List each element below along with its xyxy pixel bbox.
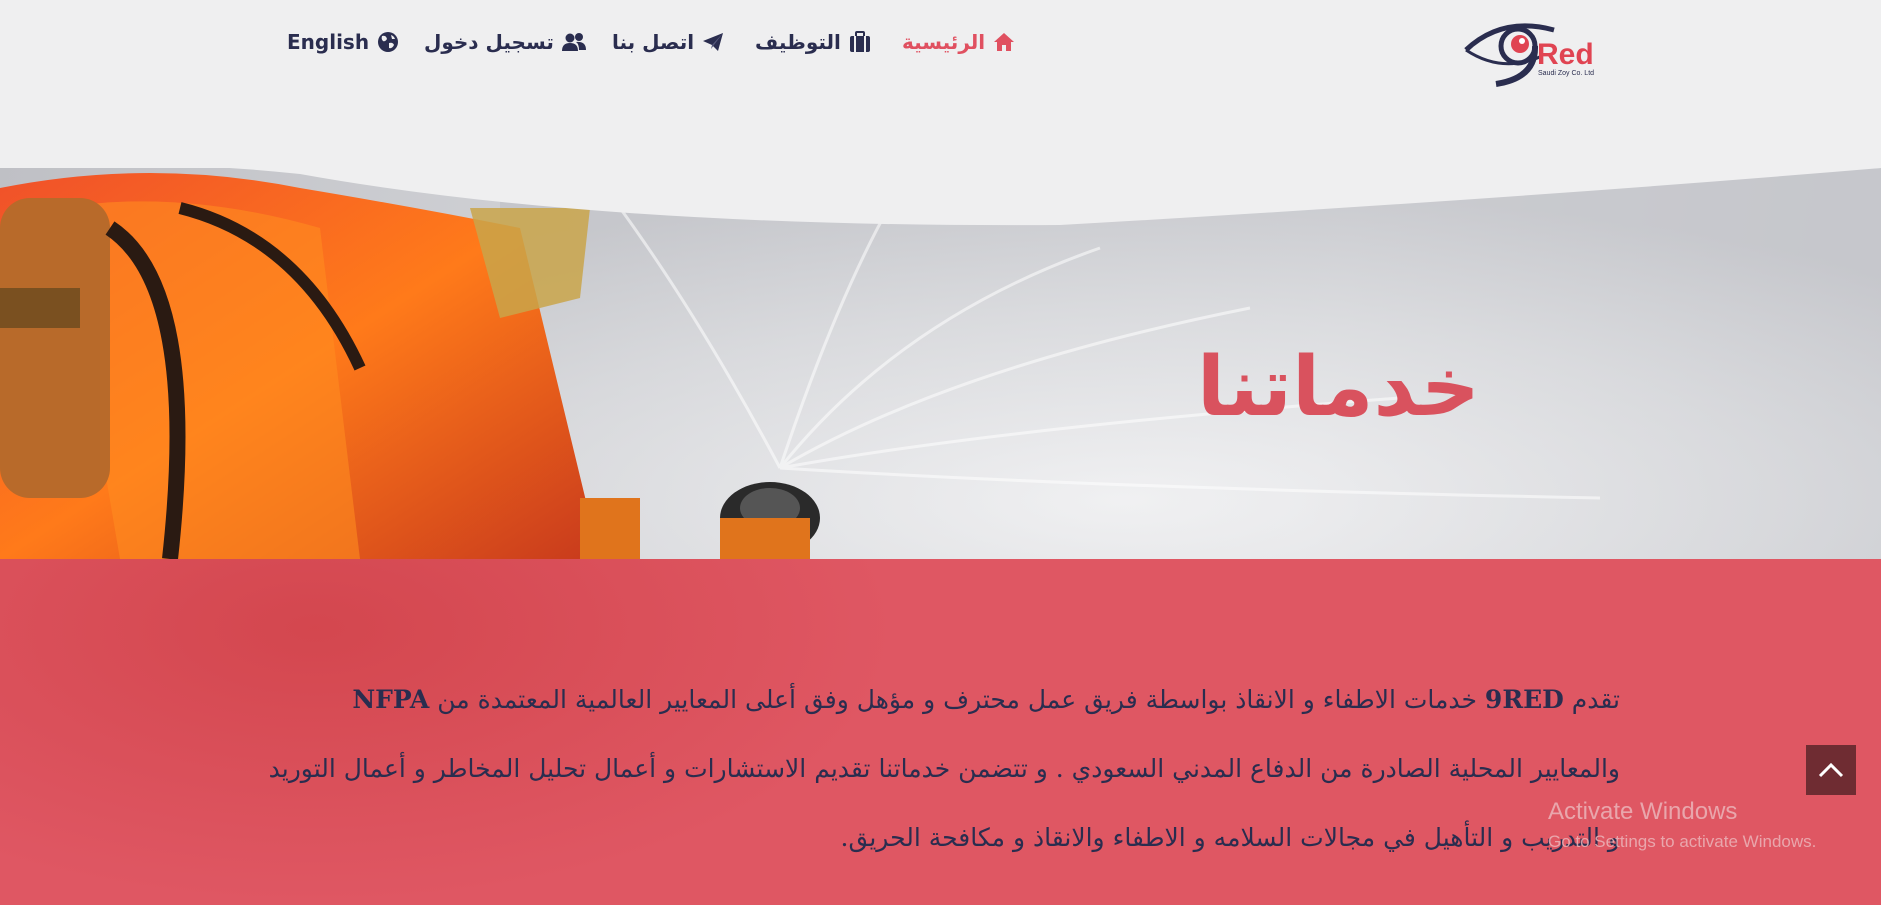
logo-tagline: Saudi Zoy Co. Ltd [1538,70,1595,77]
users-icon [561,33,586,51]
intro-text-2: والمعايير المحلية الصادرة من الدفاع المد… [268,754,1620,852]
nav-label-contact: اتصل بنا [612,30,695,54]
intro-brand: 9RED [1484,685,1564,714]
nav-item-contact[interactable]: اتصل بنا [612,30,724,54]
nav-label-home: الرئيسية [902,30,986,54]
home-icon [994,33,1015,51]
site-logo[interactable]: Red Saudi Zoy Co. Ltd [1462,12,1602,90]
globe-icon [378,32,399,52]
briefcase-icon [849,31,870,52]
intro-org: NFPA [352,685,430,714]
nav-item-home[interactable]: الرئيسية [902,30,1015,54]
nav-item-language[interactable]: English [287,30,399,54]
logo-wordmark: Red [1537,38,1594,71]
intro-lead: تقدم [1571,685,1620,714]
nav-label-language: English [287,30,370,54]
site-header: Red Saudi Zoy Co. Ltd الرئيسية التوظيف ا… [0,0,1881,100]
hero-wave-divider [0,100,1881,226]
paper-plane-icon [703,33,724,51]
nav-label-careers: التوظيف [755,30,841,54]
windows-activation-watermark: Activate Windows Go to Settings to activ… [1548,798,1816,852]
intro-text-1: خدمات الاطفاء و الانقاذ بواسطة فريق عمل … [437,685,1477,714]
watermark-title: Activate Windows [1548,798,1738,825]
chevron-up-icon [1818,762,1844,778]
nav-item-login[interactable]: تسجيل دخول [424,30,586,54]
watermark-subtitle: Go to Settings to activate Windows. [1548,832,1817,851]
services-intro-text: تقدم 9RED خدمات الاطفاء و الانقاذ بواسطة… [265,665,1620,872]
nav-label-login: تسجيل دخول [424,30,554,54]
page-title: خدماتنا [1196,340,1480,435]
nav-item-careers[interactable]: التوظيف [755,30,871,54]
back-to-top-button[interactable] [1806,745,1856,795]
